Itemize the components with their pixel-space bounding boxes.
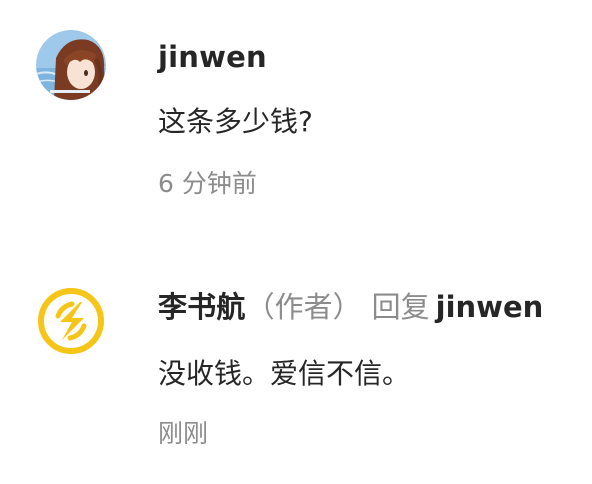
- anime-girl-avatar-icon: [36, 30, 106, 100]
- comment-text: 没收钱。爱信不信。: [158, 357, 411, 390]
- comment-timestamp: 6 分钟前: [158, 169, 257, 198]
- author-role-badge: （作者）: [245, 290, 362, 324]
- comment-header: jinwen: [158, 39, 267, 75]
- comment-text: 这条多少钱?: [158, 105, 313, 138]
- comment-header: 李书航（作者） 回复 jinwen: [158, 289, 543, 325]
- user-avatar[interactable]: [36, 30, 106, 100]
- comment-timestamp: 刚刚: [158, 419, 209, 448]
- reply-label: 回复: [371, 290, 430, 324]
- author-avatar[interactable]: [36, 286, 106, 356]
- reply-target-username[interactable]: jinwen: [436, 290, 544, 324]
- author-name[interactable]: 李书航: [158, 290, 246, 324]
- lightning-logo-avatar-icon: [38, 288, 104, 354]
- username[interactable]: jinwen: [158, 40, 267, 74]
